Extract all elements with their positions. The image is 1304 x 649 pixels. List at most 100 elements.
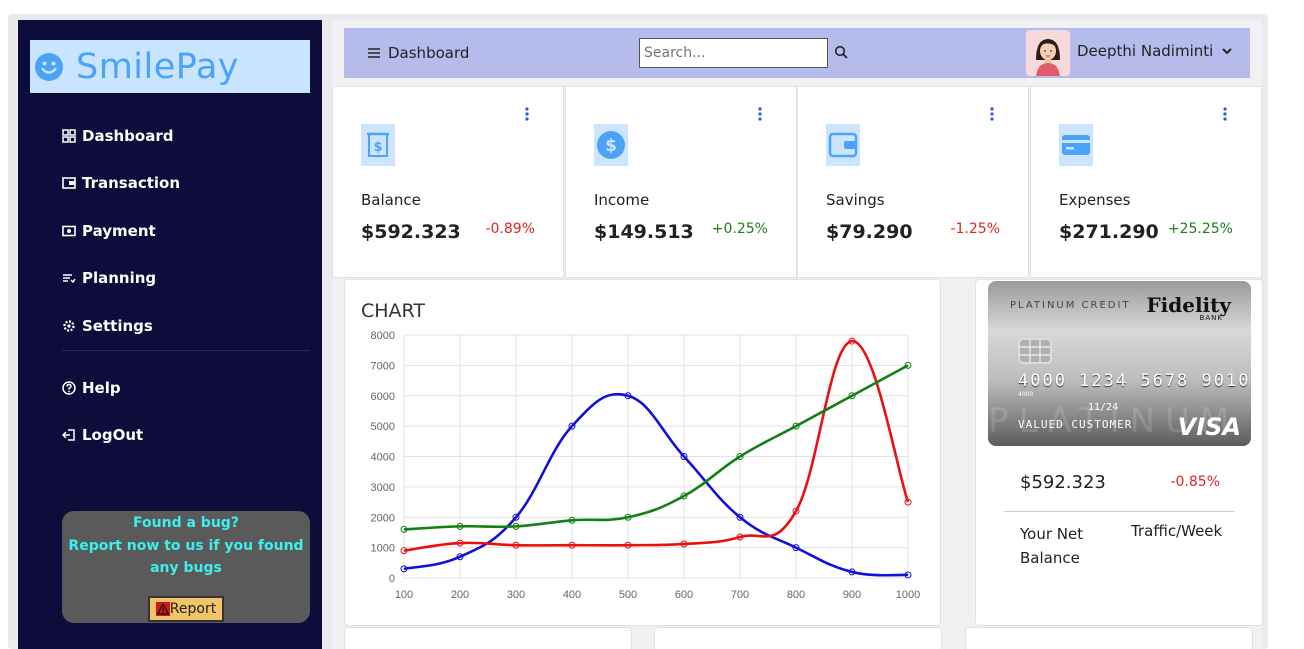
y-tick-label: 6000 (371, 391, 395, 403)
bug-title: Found a bug? (133, 515, 239, 531)
wallet-icon (62, 177, 76, 190)
credit-card-panel: PLATINUM PLATINUM CREDIT Fidelity BANK 4… (975, 279, 1263, 626)
card-number: 4000 1234 5678 9010 (1018, 371, 1251, 391)
grid-icon (62, 129, 76, 143)
bottom-card-3 (965, 627, 1253, 649)
net-balance-value: $592.323 (1020, 472, 1106, 493)
sidebar-divider (62, 350, 310, 351)
bottom-card-1 (344, 627, 632, 649)
main-content: Dashboard Search... Deepthi Nadiminti $ … (332, 20, 1263, 649)
menu-label: Dashboard (388, 44, 470, 62)
avatar[interactable] (1026, 30, 1070, 76)
series-line-1 (403, 339, 910, 552)
search-input[interactable] (639, 38, 828, 68)
report-button[interactable]: Report (148, 596, 224, 622)
stat-card-expenses[interactable]: Expenses $271.290 +25.25% (1030, 86, 1262, 278)
warning-icon (155, 602, 170, 616)
sidebar-item-transaction[interactable]: Transaction (62, 160, 312, 208)
stat-label: Savings (826, 191, 885, 209)
card-holder: VALUED CUSTOMER (1018, 418, 1133, 431)
bug-report-panel: Found a bug? Report now to us if you fou… (62, 511, 310, 623)
card-expiry: 11/24 (1088, 402, 1119, 413)
wallet-icon (826, 124, 860, 166)
x-tick-label: 1000 (896, 589, 920, 601)
chevron-down-icon (1222, 48, 1233, 55)
sidebar-item-settings[interactable]: Settings (62, 302, 312, 350)
logout-icon (62, 429, 75, 441)
stat-value: $149.513 (594, 221, 694, 243)
y-tick-label: 2000 (371, 512, 395, 524)
app-frame: SmilePay Dashboard Transaction Payment P… (0, 0, 1304, 649)
stat-value: $79.290 (826, 221, 913, 243)
x-tick-label: 700 (731, 589, 749, 601)
cash-icon (62, 225, 76, 237)
stat-label: Expenses (1059, 191, 1131, 209)
bottom-card-2 (654, 627, 942, 649)
sidebar: SmilePay Dashboard Transaction Payment P… (18, 20, 322, 649)
sidebar-item-label: Transaction (82, 174, 181, 193)
help-icon (62, 381, 76, 395)
stat-card-savings[interactable]: Savings $79.290 -1.25% (797, 86, 1029, 278)
more-vertical-icon[interactable] (990, 107, 994, 121)
x-tick-label: 100 (395, 589, 413, 601)
y-tick-label: 7000 (371, 360, 395, 372)
hamburger-icon (368, 48, 380, 58)
y-tick-label: 4000 (371, 452, 395, 464)
stat-change: -1.25% (950, 221, 1000, 237)
stat-change: -0.89% (485, 221, 535, 237)
sidebar-secondary-nav: Help LogOut (62, 364, 312, 459)
sidebar-nav: Dashboard Transaction Payment Planning S… (62, 112, 312, 350)
series-line-2 (403, 364, 909, 531)
sidebar-item-label: Settings (82, 316, 153, 335)
more-vertical-icon[interactable] (1223, 107, 1227, 121)
stat-value: $592.323 (361, 221, 461, 243)
user-menu[interactable]: Deepthi Nadiminti (1077, 42, 1233, 60)
y-tick-label: 8000 (371, 330, 395, 342)
x-tick-label: 900 (843, 589, 861, 601)
logo[interactable]: SmilePay (30, 40, 310, 93)
sidebar-item-dashboard[interactable]: Dashboard (62, 112, 312, 160)
chip-icon (1018, 338, 1052, 364)
y-tick-label: 1000 (371, 543, 395, 555)
net-balance-label: Your Net Balance (1020, 525, 1084, 567)
sidebar-item-planning[interactable]: Planning (62, 255, 312, 303)
card-number-small: 4000 (1018, 391, 1034, 398)
search-icon[interactable] (834, 45, 848, 59)
sidebar-item-label: Planning (82, 269, 157, 288)
credit-card-icon (1059, 124, 1093, 166)
card-bank-sub: BANK (1199, 314, 1223, 322)
dollar-icon: $ (594, 124, 628, 166)
report-button-label: Report (169, 601, 217, 617)
sidebar-item-payment[interactable]: Payment (62, 207, 312, 255)
net-divider (1004, 511, 1234, 512)
visa-logo: VISA (1177, 413, 1241, 441)
traffic-label: Traffic/Week (1131, 522, 1223, 540)
x-tick-label: 300 (507, 589, 525, 601)
more-vertical-icon[interactable] (525, 107, 529, 121)
net-balance-change: -0.85% (1170, 474, 1220, 490)
list-icon (63, 274, 76, 284)
stat-card-balance[interactable]: $ Balance $592.323 -0.89% (332, 86, 564, 278)
balance-icon: $ (361, 124, 395, 166)
stat-card-income[interactable]: $ Income $149.513 +0.25% (565, 86, 797, 278)
sidebar-item-label: LogOut (82, 426, 144, 445)
sidebar-item-help[interactable]: Help (62, 364, 312, 412)
svg-text:$: $ (605, 136, 617, 156)
x-tick-label: 500 (619, 589, 637, 601)
x-tick-label: 400 (563, 589, 581, 601)
stat-label: Balance (361, 191, 421, 209)
x-tick-label: 800 (787, 589, 805, 601)
topbar: Dashboard Search... Deepthi Nadiminti (344, 28, 1250, 78)
sidebar-item-logout[interactable]: LogOut (62, 412, 312, 460)
x-tick-label: 600 (675, 589, 693, 601)
stat-label: Income (594, 191, 650, 209)
menu-toggle[interactable]: Dashboard (368, 44, 469, 62)
credit-card[interactable]: PLATINUM PLATINUM CREDIT Fidelity BANK 4… (988, 281, 1251, 446)
x-tick-label: 200 (451, 589, 469, 601)
stat-change: +25.25% (1167, 221, 1233, 237)
user-avatar-image (1026, 30, 1070, 76)
more-vertical-icon[interactable] (758, 107, 762, 121)
gear-icon (63, 320, 75, 332)
user-name: Deepthi Nadiminti (1077, 42, 1214, 60)
sidebar-item-label: Payment (82, 221, 156, 240)
